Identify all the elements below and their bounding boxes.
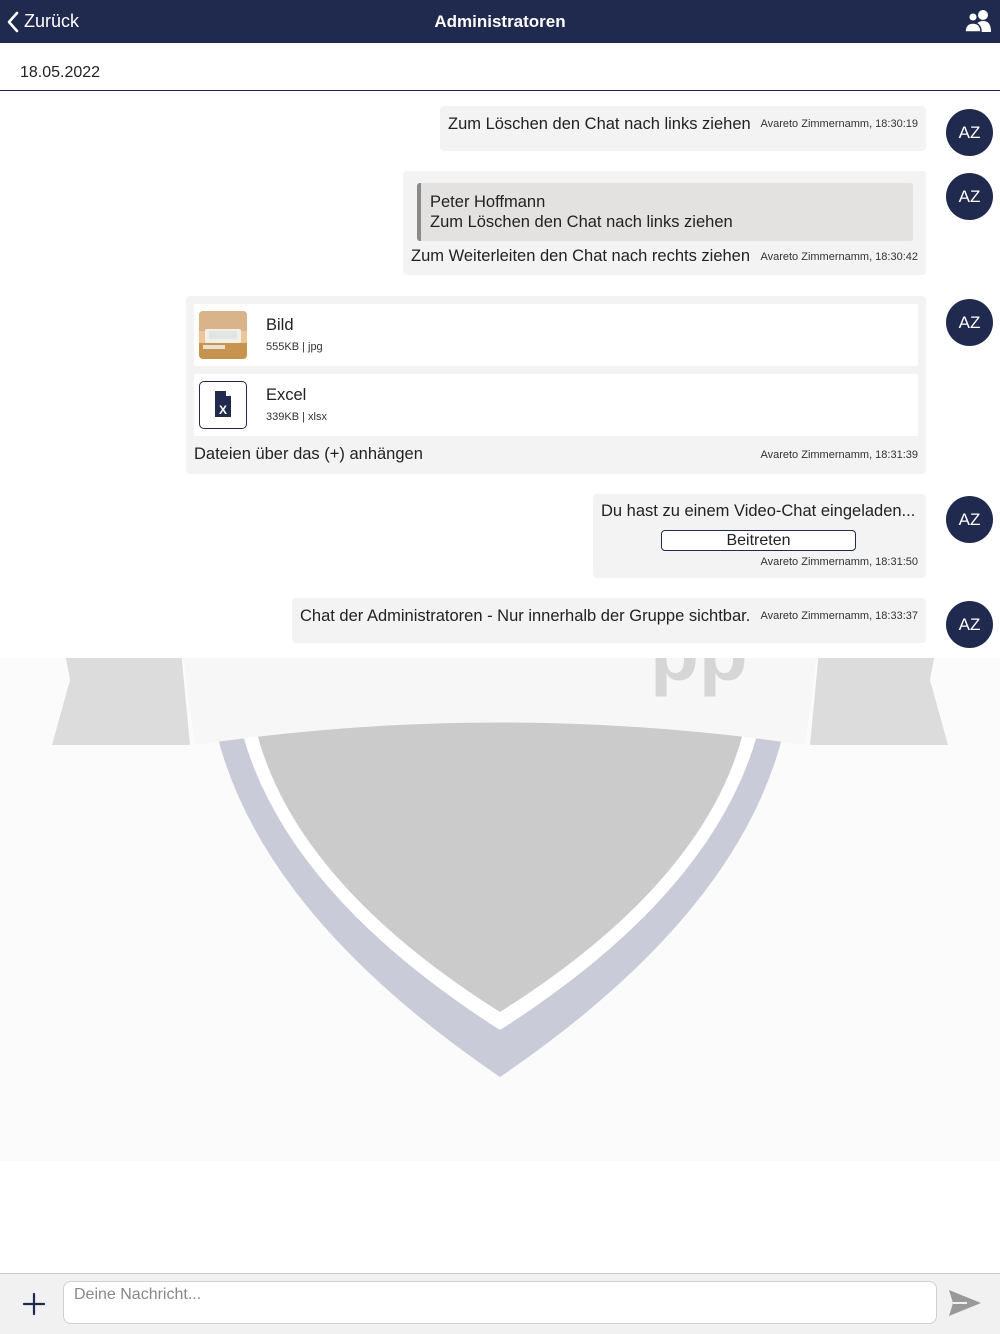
message-input[interactable] — [63, 1281, 937, 1324]
join-video-chat-button[interactable]: Beitreten — [661, 530, 856, 551]
image-thumbnail — [199, 311, 247, 359]
message-bubble[interactable]: Zum Löschen den Chat nach links ziehen A… — [440, 106, 926, 151]
message-meta: Avareto Zimmernamm, 18:30:42 — [760, 251, 918, 263]
avatar[interactable]: AZ — [946, 601, 993, 648]
quote-author: Peter Hoffmann — [430, 193, 546, 211]
send-icon[interactable] — [947, 1288, 983, 1318]
file-name: Bild — [266, 316, 294, 334]
message-text: Du hast zu einem Video-Chat eingeladen..… — [601, 502, 916, 520]
plus-icon[interactable] — [18, 1288, 50, 1320]
avatar[interactable]: AZ — [946, 109, 993, 156]
message-text: Dateien über das (+) anhängen — [194, 445, 423, 463]
quoted-message[interactable]: Peter Hoffmann Zum Löschen den Chat nach… — [417, 183, 913, 241]
message-meta: Avareto Zimmernamm, 18:33:37 — [760, 610, 918, 622]
avatar[interactable]: AZ — [946, 299, 993, 346]
message-composer — [0, 1273, 1000, 1334]
top-bar: Zurück Administratoren — [0, 0, 1000, 43]
users-icon[interactable] — [964, 9, 992, 33]
file-info: 555KB | jpg — [266, 341, 323, 353]
message-bubble-files[interactable]: Bild 555KB | jpg X Excel 339KB | xlsx Da… — [186, 296, 926, 474]
file-info: 339KB | xlsx — [266, 411, 327, 423]
message-meta: Avareto Zimmernamm, 18:31:39 — [760, 449, 918, 461]
message-bubble[interactable]: Chat der Administratoren - Nur innerhalb… — [292, 598, 926, 643]
message-meta: Avareto Zimmernamm, 18:30:19 — [760, 118, 918, 130]
excel-file-icon: X — [199, 381, 247, 429]
file-attachment-excel[interactable]: X Excel 339KB | xlsx — [194, 374, 918, 436]
avatar[interactable]: AZ — [946, 173, 993, 220]
file-name: Excel — [266, 386, 307, 404]
message-text: Chat der Administratoren - Nur innerhalb… — [300, 607, 751, 625]
page-title: Administratoren — [434, 12, 566, 31]
message-bubble-video[interactable]: Du hast zu einem Video-Chat eingeladen..… — [593, 494, 926, 578]
avatar[interactable]: AZ — [946, 496, 993, 543]
chat-date: 18.05.2022 — [20, 64, 101, 81]
file-attachment-image[interactable]: Bild 555KB | jpg — [194, 304, 918, 366]
message-text: Zum Löschen den Chat nach links ziehen — [448, 115, 751, 133]
message-bubble-reply[interactable]: Peter Hoffmann Zum Löschen den Chat nach… — [403, 171, 926, 275]
message-meta: Avareto Zimmernamm, 18:31:50 — [760, 556, 918, 568]
quote-text: Zum Löschen den Chat nach links ziehen — [430, 213, 733, 231]
message-text: Zum Weiterleiten den Chat nach rechts zi… — [411, 247, 751, 265]
svg-text:X: X — [219, 403, 227, 417]
date-separator: 18.05.2022 — [0, 43, 1000, 91]
